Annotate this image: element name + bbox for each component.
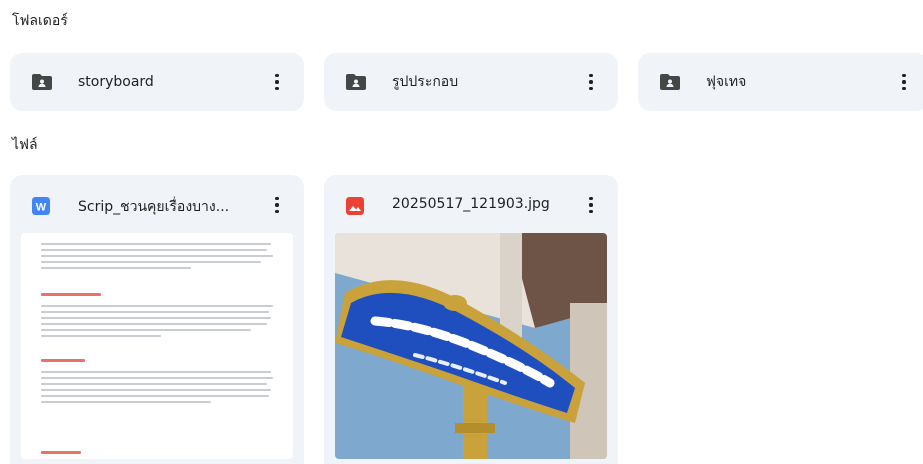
more-options-icon[interactable] (892, 70, 916, 94)
file-card-image[interactable]: 20250517_121903.jpg (324, 175, 618, 464)
file-card-document[interactable]: W Scrip_ชวนคุยเรื่องบาง... (10, 175, 304, 464)
files-section-title: ไฟล์ (12, 137, 38, 153)
folder-card-storyboard[interactable]: storyboard (10, 53, 304, 111)
image-icon (346, 197, 364, 215)
shared-folder-icon (660, 74, 680, 90)
folder-name: รูปประกอบ (392, 74, 459, 90)
svg-text:W: W (36, 202, 47, 214)
shared-folder-icon (346, 74, 366, 90)
more-options-icon[interactable] (265, 193, 289, 217)
street-sign-photo (335, 233, 607, 459)
folder-card-footage[interactable]: ฟุจเทจ (638, 53, 923, 111)
photo-thumbnail (335, 233, 607, 459)
word-icon: W (32, 197, 50, 215)
file-name: 20250517_121903.jpg (392, 196, 550, 212)
more-options-icon[interactable] (579, 193, 603, 217)
shared-folder-icon (32, 74, 52, 90)
folders-section-title: โฟลเดอร์ (12, 13, 68, 29)
folder-card-images[interactable]: รูปประกอบ (324, 53, 618, 111)
folder-name: ฟุจเทจ (706, 74, 747, 90)
document-thumbnail (21, 233, 293, 459)
more-options-icon[interactable] (579, 70, 603, 94)
folder-name: storyboard (78, 74, 154, 90)
file-name: Scrip_ชวนคุยเรื่องบาง... (78, 199, 230, 215)
more-options-icon[interactable] (265, 70, 289, 94)
